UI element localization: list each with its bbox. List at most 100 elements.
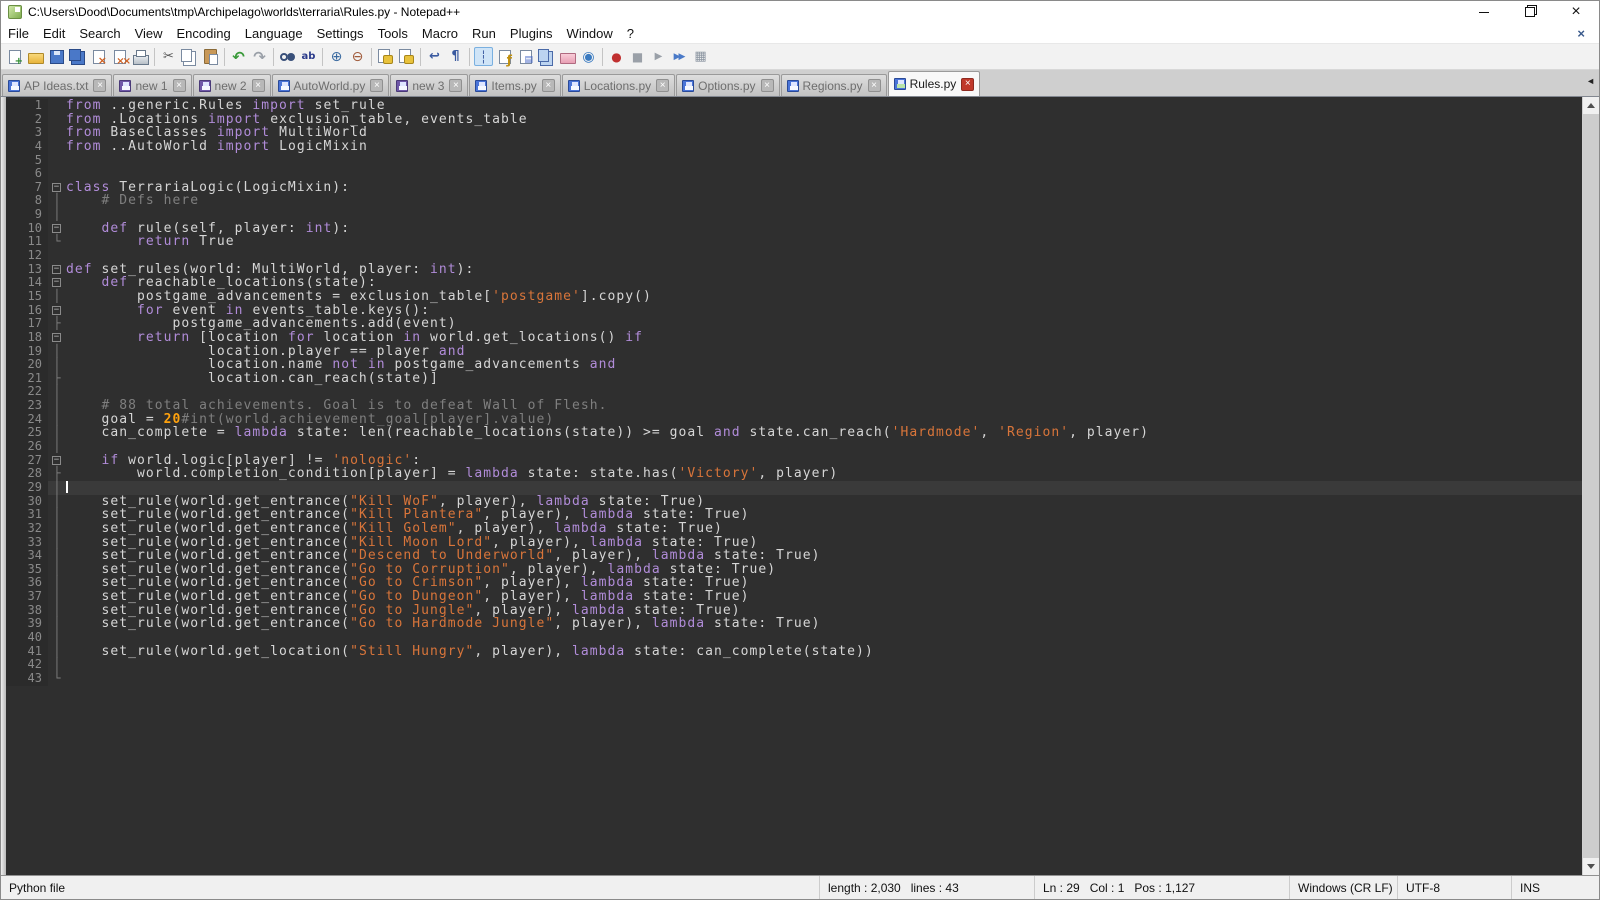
scroll-down-icon[interactable] — [1583, 858, 1600, 875]
document-map-icon[interactable] — [516, 47, 535, 66]
tab-regions-py[interactable]: Regions.py× — [781, 74, 887, 96]
macro-playback-icon[interactable] — [649, 47, 668, 66]
line-number: 12 — [6, 249, 48, 263]
status-encoding[interactable]: UTF-8 — [1397, 876, 1511, 899]
save-all-icon[interactable] — [68, 47, 87, 66]
tab-close-icon[interactable]: × — [656, 79, 669, 92]
zoom-out-icon[interactable] — [348, 47, 367, 66]
fold-collapse-icon[interactable]: − — [52, 278, 61, 287]
vertical-scrollbar[interactable] — [1582, 97, 1599, 875]
minimize-button[interactable] — [1461, 1, 1507, 23]
open-file-icon[interactable] — [26, 47, 45, 66]
document-list-icon[interactable] — [537, 47, 556, 66]
menu-tools[interactable]: Tools — [371, 24, 415, 43]
print-icon[interactable] — [131, 47, 150, 66]
save-icon[interactable] — [47, 47, 66, 66]
tab-close-icon[interactable]: × — [93, 79, 106, 92]
fold-collapse-icon[interactable]: − — [52, 224, 61, 233]
show-all-characters-icon[interactable] — [446, 47, 465, 66]
tab-close-icon[interactable]: × — [961, 78, 974, 91]
tab-close-icon[interactable]: × — [449, 79, 462, 92]
fold-guide-line: ├ — [48, 317, 66, 331]
menu-window[interactable]: Window — [560, 24, 620, 43]
tab-close-icon[interactable]: × — [252, 79, 265, 92]
tab-new-1[interactable]: new 1× — [113, 74, 191, 96]
code-line: 16− for event in events_table.keys(): — [6, 304, 1582, 318]
menu-macro[interactable]: Macro — [415, 24, 465, 43]
code-text: goal = 20#int(world.achievement_goal[pla… — [66, 413, 1582, 427]
tab-scroll-left-icon[interactable]: ◄ — [1586, 76, 1595, 86]
tab-rules-py[interactable]: Rules.py× — [888, 71, 981, 96]
menu-language[interactable]: Language — [238, 24, 310, 43]
function-list-icon[interactable] — [495, 47, 514, 66]
new-file-icon[interactable] — [5, 47, 24, 66]
sync-scroll-horizontal-icon[interactable] — [397, 47, 416, 66]
code-text — [66, 481, 1582, 495]
tab-options-py[interactable]: Options.py× — [676, 74, 779, 96]
tab-locations-py[interactable]: Locations.py × — [562, 74, 675, 96]
code-text — [66, 631, 1582, 645]
paste-icon[interactable] — [201, 47, 220, 66]
tab-new-2[interactable]: new 2× — [193, 74, 271, 96]
tab-close-icon[interactable]: × — [370, 79, 383, 92]
copy-icon[interactable] — [180, 47, 199, 66]
menu-edit[interactable]: Edit — [36, 24, 72, 43]
menu-encoding[interactable]: Encoding — [170, 24, 238, 43]
fold-collapse-icon[interactable]: − — [52, 456, 61, 465]
tab-close-icon[interactable]: × — [173, 79, 186, 92]
code-text — [66, 167, 1582, 181]
code-text: # Defs here — [66, 194, 1582, 208]
restore-button[interactable] — [1507, 1, 1553, 23]
tab-label: Locations.py — [584, 79, 651, 93]
tab-close-icon[interactable]: × — [542, 79, 555, 92]
code-line: 13−def set_rules(world: MultiWorld, play… — [6, 263, 1582, 277]
monitoring-icon[interactable] — [579, 47, 598, 66]
menu-search[interactable]: Search — [72, 24, 127, 43]
code-line: 19│ location.player == player and — [6, 345, 1582, 359]
macro-stop-icon[interactable] — [628, 47, 647, 66]
close-all-icon[interactable] — [110, 47, 129, 66]
close-button[interactable] — [1553, 1, 1599, 23]
status-eol-format[interactable]: Windows (CR LF) — [1289, 876, 1397, 899]
fold-guide-line: └ — [48, 672, 66, 686]
fold-collapse-icon[interactable]: − — [52, 306, 61, 315]
scroll-up-icon[interactable] — [1583, 97, 1600, 114]
undo-icon[interactable] — [229, 47, 248, 66]
tab-ap-ideas-txt[interactable]: AP Ideas.txt× — [2, 74, 112, 96]
cut-icon[interactable] — [159, 47, 178, 66]
macro-record-icon[interactable] — [607, 47, 626, 66]
indent-guide-icon[interactable] — [474, 47, 493, 66]
find-icon[interactable] — [278, 47, 297, 66]
fold-guide-line: │ — [48, 658, 66, 672]
menu-plugins[interactable]: Plugins — [503, 24, 560, 43]
tab-new-3[interactable]: new 3× — [390, 74, 468, 96]
zoom-in-icon[interactable] — [327, 47, 346, 66]
menu-view[interactable]: View — [128, 24, 170, 43]
fold-collapse-icon[interactable]: − — [52, 183, 61, 192]
close-document-icon[interactable]: × — [1577, 26, 1585, 41]
close-icon[interactable] — [89, 47, 108, 66]
status-insert-mode[interactable]: INS — [1511, 876, 1599, 899]
code-editor[interactable]: 1from ..generic.Rules import set_rule2fr… — [6, 97, 1582, 875]
code-text: def rule(self, player: int): — [66, 222, 1582, 236]
tab-autoworld-py[interactable]: AutoWorld.py× — [272, 74, 390, 96]
replace-icon[interactable] — [299, 47, 318, 66]
scrollbar-thumb[interactable] — [1583, 114, 1600, 858]
fold-collapse-icon[interactable]: − — [52, 265, 61, 274]
menu-help[interactable]: ? — [620, 24, 641, 43]
word-wrap-icon[interactable] — [425, 47, 444, 66]
code-line: 17├ postgame_advancements.add(event) — [6, 317, 1582, 331]
sync-scroll-vertical-icon[interactable] — [376, 47, 395, 66]
tab-items-py[interactable]: Items.py× — [469, 74, 560, 96]
menu-run[interactable]: Run — [465, 24, 503, 43]
macro-run-multiple-icon[interactable] — [670, 47, 689, 66]
macro-save-icon[interactable] — [691, 47, 710, 66]
menu-file[interactable]: File — [1, 24, 36, 43]
redo-icon[interactable] — [250, 47, 269, 66]
code-text: def set_rules(world: MultiWorld, player:… — [66, 263, 1582, 277]
folder-as-workspace-icon[interactable] — [558, 47, 577, 66]
fold-collapse-icon[interactable]: − — [52, 333, 61, 342]
menu-settings[interactable]: Settings — [310, 24, 371, 43]
tab-close-icon[interactable]: × — [761, 79, 774, 92]
tab-close-icon[interactable]: × — [868, 79, 881, 92]
